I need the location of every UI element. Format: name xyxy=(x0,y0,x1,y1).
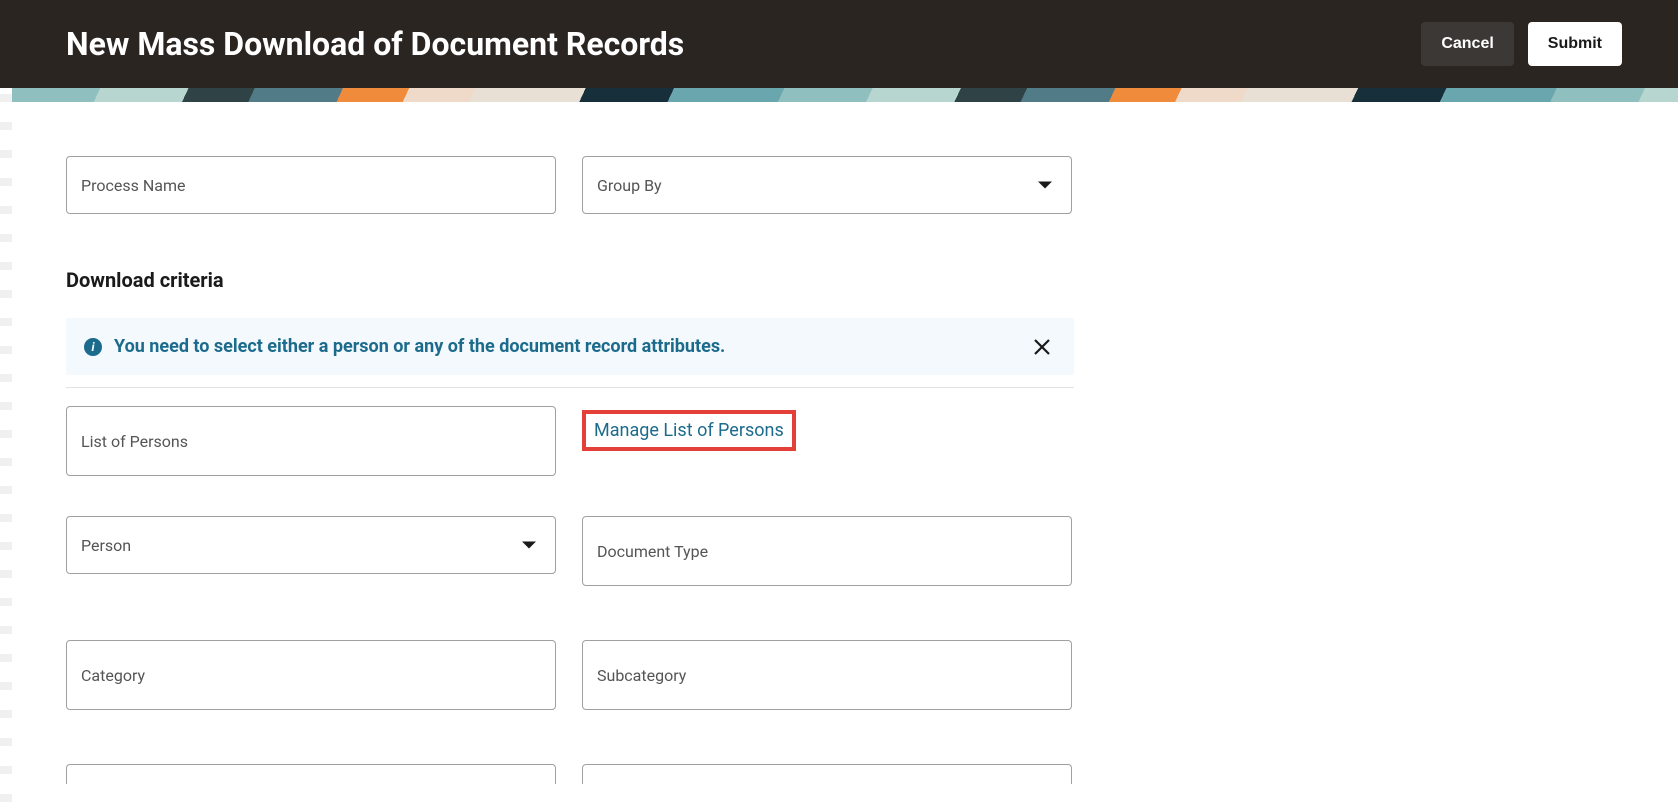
subcategory-input[interactable]: Subcategory xyxy=(582,640,1072,710)
cancel-button[interactable]: Cancel xyxy=(1421,22,1513,66)
info-banner: i You need to select either a person or … xyxy=(66,318,1074,375)
partial-field-left[interactable] xyxy=(66,764,556,784)
content-area: Process Name Group By Download criteria … xyxy=(12,102,1678,802)
list-of-persons-label: List of Persons xyxy=(81,432,188,451)
header-actions: Cancel Submit xyxy=(1421,22,1622,66)
close-icon[interactable] xyxy=(1032,337,1052,357)
process-name-label: Process Name xyxy=(81,176,185,195)
partial-field-right[interactable] xyxy=(582,764,1072,784)
accent-strip xyxy=(12,88,1678,102)
divider xyxy=(66,387,1074,388)
category-subcategory-row: Category Subcategory xyxy=(66,640,1612,710)
info-banner-text: You need to select either a person or an… xyxy=(114,336,725,357)
info-banner-content: i You need to select either a person or … xyxy=(84,336,725,357)
bottom-partial-row xyxy=(66,764,1612,784)
document-type-input[interactable]: Document Type xyxy=(582,516,1072,586)
person-select[interactable]: Person xyxy=(66,516,556,574)
subcategory-label: Subcategory xyxy=(597,666,686,685)
category-label: Category xyxy=(81,666,145,685)
group-by-select[interactable]: Group By xyxy=(582,156,1072,214)
category-input[interactable]: Category xyxy=(66,640,556,710)
manage-list-of-persons-link[interactable]: Manage List of Persons xyxy=(594,420,784,441)
top-fields-row: Process Name Group By xyxy=(66,156,1612,214)
info-icon: i xyxy=(84,338,102,356)
process-name-input[interactable]: Process Name xyxy=(66,156,556,214)
submit-button[interactable]: Submit xyxy=(1528,22,1622,66)
person-doctype-row: Person Document Type xyxy=(66,516,1612,586)
chevron-down-icon xyxy=(1037,176,1053,195)
list-of-persons-input[interactable]: List of Persons xyxy=(66,406,556,476)
highlight-box: Manage List of Persons xyxy=(582,410,796,451)
document-type-label: Document Type xyxy=(597,542,708,561)
person-label: Person xyxy=(81,536,131,555)
group-by-label: Group By xyxy=(597,176,662,195)
download-criteria-heading: Download criteria xyxy=(66,268,1612,292)
chevron-down-icon xyxy=(521,536,537,555)
page-title: New Mass Download of Document Records xyxy=(66,25,684,63)
list-of-persons-row: List of Persons Manage List of Persons xyxy=(66,406,1612,476)
page-header: New Mass Download of Document Records Ca… xyxy=(0,0,1678,88)
left-decorative-edge xyxy=(0,88,12,802)
